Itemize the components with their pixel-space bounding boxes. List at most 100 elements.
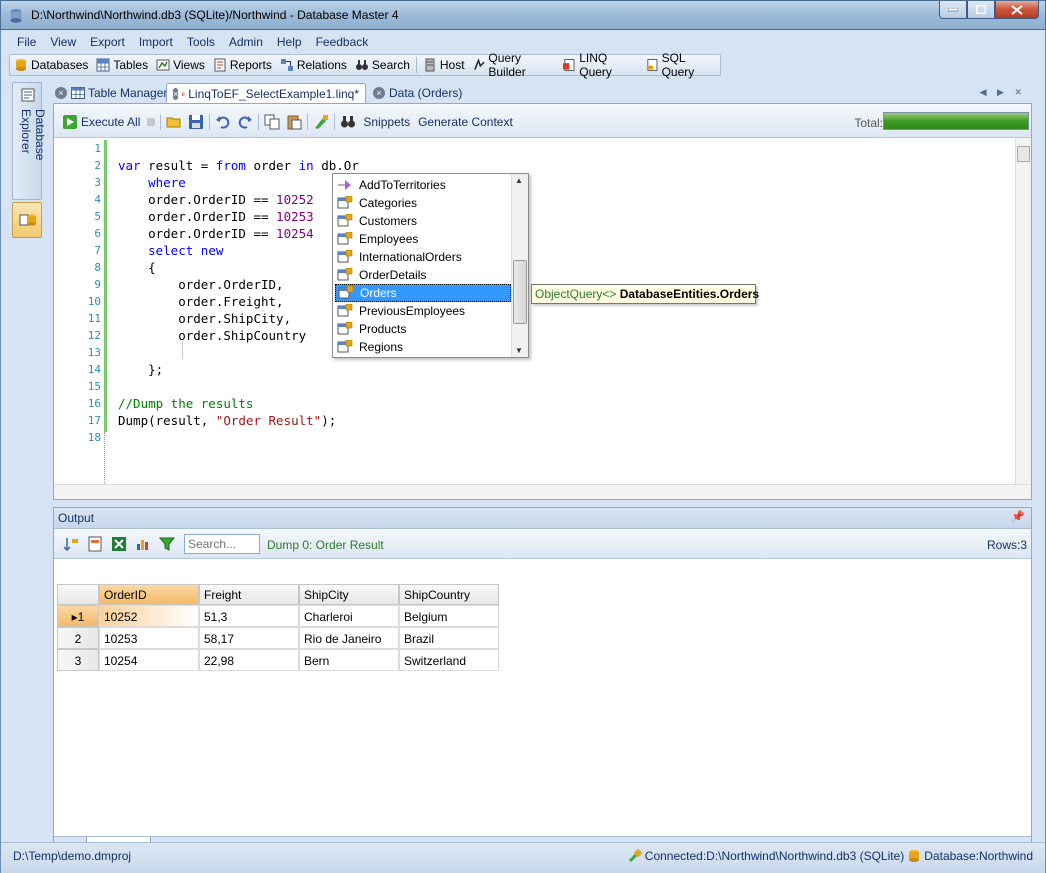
autocomplete-item[interactable]: Employees (335, 230, 511, 248)
cell-freight[interactable]: 51,3 (199, 605, 299, 627)
relations-button[interactable]: Relations (276, 55, 351, 75)
open-folder-icon[interactable] (166, 114, 182, 130)
cell-shipcountry[interactable]: Belgium (399, 605, 499, 627)
vertical-scrollbar[interactable] (1015, 138, 1031, 484)
generate-context-button[interactable]: Generate Context (414, 115, 517, 129)
cell-shipcountry[interactable]: Switzerland (399, 649, 499, 671)
autocomplete-item[interactable]: OrderDetails (335, 266, 511, 284)
code-line[interactable]: order.OrderID == 10254 (118, 225, 314, 242)
menu-help[interactable]: Help (269, 33, 308, 53)
tab-table-manager[interactable]: × Table Manager (49, 83, 173, 103)
query-builder-button[interactable]: Query Builder (469, 51, 560, 79)
code-line[interactable]: where (118, 174, 186, 191)
undo-icon[interactable] (215, 114, 231, 130)
cell-shipcountry[interactable]: Brazil (399, 627, 499, 649)
code-line[interactable]: }; (118, 361, 163, 378)
row-header[interactable]: ▸1 (57, 605, 99, 627)
autocomplete-item[interactable]: InternationalOrders (335, 248, 511, 266)
scroll-down-arrow[interactable]: ▼ (515, 346, 523, 355)
menu-export[interactable]: Export (82, 33, 131, 53)
menu-tools[interactable]: Tools (179, 33, 221, 53)
autocomplete-item[interactable]: AddToTerritories (335, 176, 511, 194)
cell-orderid[interactable]: 10252 (99, 605, 199, 627)
code-line[interactable]: order.OrderID, (118, 276, 283, 293)
filter-icon[interactable] (159, 536, 175, 552)
code-line[interactable]: order.ShipCity, (118, 310, 291, 327)
tab-close-icon[interactable]: × (173, 87, 179, 100)
horizontal-scrollbar[interactable] (54, 484, 1031, 499)
output-search-input[interactable] (184, 534, 260, 554)
save-icon[interactable] (188, 114, 204, 130)
code-editor[interactable]: 1 2 3 4 5 6 7 8 9 10 11 12 13 14 15 16 17 18 var result =… (54, 138, 1031, 499)
cell-shipcity[interactable]: Rio de Janeiro (299, 627, 399, 649)
autocomplete-scrollbar[interactable]: ▲ ▼ (511, 174, 528, 357)
minimize-button[interactable] (939, 1, 967, 19)
export-html-icon[interactable] (87, 536, 103, 552)
row-header[interactable]: 2 (57, 627, 99, 649)
tab-close-icon[interactable]: × (55, 87, 67, 99)
scrollbar-thumb[interactable] (1017, 146, 1030, 162)
menu-import[interactable]: Import (131, 33, 179, 53)
column-header-freight[interactable]: Freight (199, 584, 299, 605)
host-button[interactable]: Host (419, 55, 469, 75)
snippets-button[interactable]: Snippets (359, 115, 414, 129)
database-explorer-tab[interactable]: Database Explorer (12, 82, 47, 200)
code-line[interactable]: order.OrderID == 10253 (118, 208, 314, 225)
redo-icon[interactable] (237, 114, 253, 130)
tab-data-orders[interactable]: × Data (Orders) (367, 83, 468, 103)
maximize-button[interactable] (967, 1, 995, 19)
sql-query-button[interactable]: SQL Query (642, 51, 720, 79)
menu-feedback[interactable]: Feedback (308, 33, 375, 53)
code-line[interactable]: order.Freight, (118, 293, 283, 310)
chart-icon[interactable] (135, 536, 151, 552)
code-line[interactable]: { (118, 259, 156, 276)
code-line[interactable]: order.ShipCountry (118, 327, 306, 344)
cell-freight[interactable]: 58,17 (199, 627, 299, 649)
reports-button[interactable]: Reports (209, 55, 276, 75)
binoculars-icon[interactable] (340, 114, 356, 130)
autocomplete-scroll-thumb[interactable] (513, 260, 527, 324)
tab-close-icon[interactable]: × (373, 87, 385, 99)
menu-view[interactable]: View (42, 33, 82, 53)
cell-shipcity[interactable]: Bern (299, 649, 399, 671)
table-row[interactable]: 2 10253 58,17 Rio de Janeiro Brazil (57, 627, 499, 649)
cell-freight[interactable]: 22,98 (199, 649, 299, 671)
pin-icon[interactable]: 📌 (1011, 510, 1025, 523)
column-header-shipcountry[interactable]: ShipCountry (399, 584, 499, 605)
code-line[interactable]: Dump(result, "Order Result"); (118, 412, 336, 429)
search-button[interactable]: Search (351, 55, 414, 75)
column-header-orderid[interactable]: OrderID (99, 584, 199, 605)
sort-icon[interactable] (63, 536, 79, 552)
code-line[interactable]: var result = from order in db.Or (118, 157, 359, 174)
stop-icon[interactable] (147, 118, 156, 126)
tab-linq-file[interactable]: × LinqToEF_SelectExample1.linq* (166, 83, 366, 103)
row-header[interactable]: 3 (57, 649, 99, 671)
table-row[interactable]: 3 10254 22,98 Bern Switzerland (57, 649, 499, 671)
copy-icon[interactable] (264, 114, 280, 130)
autocomplete-item[interactable]: Categories (335, 194, 511, 212)
table-row[interactable]: ▸1 10252 51,3 Charleroi Belgium (57, 605, 499, 627)
export-excel-icon[interactable] (111, 536, 127, 552)
tab-scroll-arrows[interactable]: ◀ ▶ ✕ (980, 87, 1026, 98)
execute-all-button[interactable]: Execute All (58, 114, 144, 130)
tables-button[interactable]: Tables (92, 55, 152, 75)
autocomplete-item[interactable]: Customers (335, 212, 511, 230)
cell-orderid[interactable]: 10253 (99, 627, 199, 649)
code-line[interactable]: order.OrderID == 10252 (118, 191, 314, 208)
cell-orderid[interactable]: 10254 (99, 649, 199, 671)
linq-query-button[interactable]: LINQ Query (559, 51, 641, 79)
menu-file[interactable]: File (9, 33, 42, 53)
views-button[interactable]: Views (152, 55, 209, 75)
menu-admin[interactable]: Admin (221, 33, 269, 53)
format-brush-icon[interactable] (313, 114, 329, 130)
code-line[interactable]: select new (118, 242, 223, 259)
cell-shipcity[interactable]: Charleroi (299, 605, 399, 627)
code-line[interactable]: //Dump the results (118, 395, 253, 412)
databases-button[interactable]: Databases (10, 55, 92, 75)
close-button[interactable] (995, 1, 1039, 19)
autocomplete-item[interactable]: Products (335, 320, 511, 338)
paste-icon[interactable] (286, 114, 302, 130)
autocomplete-item[interactable]: PreviousEmployees (335, 302, 511, 320)
database-tab-button[interactable] (12, 202, 42, 238)
column-header-shipcity[interactable]: ShipCity (299, 584, 399, 605)
